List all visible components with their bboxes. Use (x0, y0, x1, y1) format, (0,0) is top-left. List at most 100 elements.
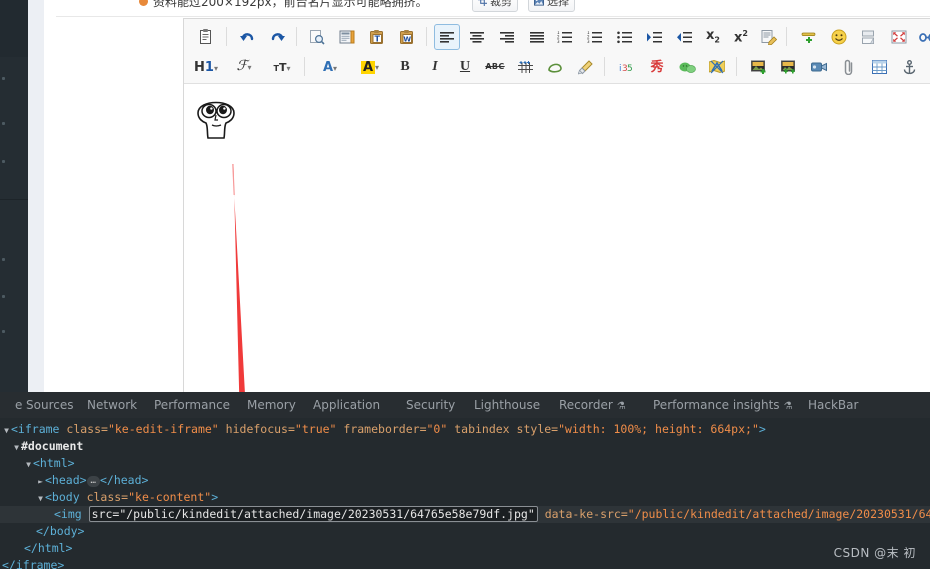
tab-recorder[interactable]: Recorder ⚗ (559, 392, 626, 418)
back-color-dropdown[interactable]: A ▾ (354, 54, 386, 80)
tab-lighthouse[interactable]: Lighthouse (474, 392, 540, 418)
font-name-dropdown[interactable]: ℱ▾ (228, 54, 260, 80)
dom-line-head[interactable]: ► <head>… </head> (0, 472, 930, 489)
insert-file-button[interactable] (836, 54, 862, 80)
insert-unordered-list-button[interactable] (612, 24, 638, 50)
sidebar-item-marker[interactable] (2, 258, 5, 261)
expand-triangle-icon[interactable]: ▼ (36, 490, 45, 507)
xiu-char-button[interactable]: 秀 (644, 54, 670, 80)
dom-tag: <img (54, 507, 82, 521)
tab-label: HackBar (808, 398, 859, 412)
horizontal-rule-button[interactable] (796, 24, 822, 50)
eraser-button[interactable] (542, 54, 568, 80)
tab-network[interactable]: Network (87, 392, 137, 418)
dom-line-iframe-close[interactable]: </iframe> (0, 557, 930, 569)
insert-media-button[interactable] (806, 54, 832, 80)
format-block-dropdown[interactable]: H1▾ (190, 54, 222, 80)
fullscreen-button[interactable] (886, 24, 912, 50)
devtools-tab-bar: e Sources Network Performance Memory App… (0, 392, 930, 419)
sidebar-item-marker[interactable] (2, 122, 5, 125)
insert-image-button[interactable] (746, 54, 772, 80)
emoticons-button[interactable] (826, 24, 852, 50)
underline-button[interactable]: U (452, 54, 478, 80)
src-attribute-edit-field[interactable]: src="/public/kindedit/attached/image/202… (88, 506, 538, 522)
insert-ordered-list-button[interactable]: 123 (552, 24, 578, 50)
tab-label: Security (406, 398, 456, 412)
content-divider (56, 16, 930, 17)
template-button[interactable] (334, 24, 360, 50)
tab-memory[interactable]: Memory (247, 392, 296, 418)
dom-attr-value: "width: 100%; height: 664px;" (558, 422, 759, 436)
paste-text-button[interactable]: T (364, 24, 390, 50)
indent-button[interactable] (642, 24, 668, 50)
bold-button[interactable]: B (392, 54, 418, 80)
redo-button[interactable] (264, 24, 290, 50)
expand-triangle-icon[interactable]: ▼ (24, 456, 33, 473)
outdent-button[interactable] (672, 24, 698, 50)
dom-attr-value: "0" (426, 422, 448, 436)
collapsed-content-icon[interactable]: … (86, 476, 100, 487)
chat-bubbles-button[interactable] (674, 54, 700, 80)
collapse-triangle-icon[interactable]: ► (36, 473, 45, 490)
justify-full-button[interactable] (524, 24, 550, 50)
strikethrough-button[interactable]: ABC (482, 54, 508, 80)
tab-label: Performance insights (653, 398, 780, 412)
fore-color-dropdown[interactable]: A▾ (314, 54, 346, 80)
dom-line-iframe[interactable]: ▼ <iframe class="ke-edit-iframe" hidefocu… (0, 421, 930, 438)
devtools-panel: e Sources Network Performance Memory App… (0, 392, 930, 569)
remove-format-button[interactable] (512, 54, 538, 80)
paste-word-button[interactable]: W (394, 24, 420, 50)
insert-link-button[interactable] (914, 24, 930, 50)
justify-right-button[interactable] (494, 24, 520, 50)
clear-html-button[interactable] (756, 24, 782, 50)
flask-icon: ⚗ (783, 401, 793, 412)
toolbar-separator (786, 27, 787, 46)
flash-button[interactable] (926, 54, 930, 80)
meme-face-image[interactable] (190, 89, 242, 141)
subscript-button[interactable]: x2 (700, 24, 726, 50)
tab-label: Application (313, 398, 381, 412)
font-size-dropdown[interactable]: TT▾ (266, 54, 298, 80)
sidebar-item-marker[interactable] (2, 330, 5, 333)
tab-security[interactable]: Security (406, 392, 455, 418)
clean-brush-button[interactable] (572, 54, 598, 80)
dom-line-html[interactable]: ▼ <html> (0, 455, 930, 472)
dom-line-img-selected[interactable]: <img src="/public/kindedit/attached/imag… (0, 506, 930, 523)
dom-attr: class= (86, 490, 129, 504)
tab-sources[interactable]: Sources (26, 392, 73, 418)
tab-elements[interactable]: e (15, 392, 22, 418)
editor-content-area[interactable] (184, 84, 930, 392)
elements-dom-tree[interactable]: ▼ <iframe class="ke-edit-iframe" hidefocu… (0, 418, 930, 569)
dom-line-body[interactable]: ▼ <body class="ke-content"> (0, 489, 930, 506)
app-sidebar[interactable] (0, 0, 28, 392)
sidebar-item-marker[interactable] (2, 160, 5, 163)
dom-line-body-close[interactable]: </body> (0, 523, 930, 540)
insert-ordered-list-button[interactable]: 123 (582, 24, 608, 50)
expand-triangle-icon[interactable]: ▼ (2, 422, 11, 439)
map-broken-button[interactable] (704, 54, 730, 80)
expand-triangle-icon[interactable]: ▼ (12, 439, 21, 456)
tab-performance-insights[interactable]: Performance insights ⚗ (653, 392, 793, 418)
preview-button[interactable] (304, 24, 330, 50)
dom-line-document[interactable]: ▼ #document (0, 438, 930, 455)
undo-button[interactable] (234, 24, 260, 50)
tab-performance[interactable]: Performance (154, 392, 230, 418)
sidebar-item-marker[interactable] (2, 295, 5, 298)
dom-line-html-close[interactable]: </html> (0, 540, 930, 557)
superscript-button[interactable]: x2 (728, 24, 754, 50)
multi-image-button[interactable] (776, 54, 802, 80)
svg-text:5: 5 (627, 64, 633, 74)
tab-application[interactable]: Application (313, 392, 380, 418)
crop-button[interactable]: 裁剪 (472, 0, 518, 12)
anchor-button[interactable] (896, 54, 922, 80)
paste-clipboard-button[interactable] (192, 24, 218, 50)
page-break-button[interactable] (856, 24, 882, 50)
justify-center-button[interactable] (464, 24, 490, 50)
justify-left-button[interactable] (434, 24, 460, 50)
sidebar-item-marker[interactable] (2, 77, 5, 80)
tab-hackbar[interactable]: HackBar (808, 392, 858, 418)
italic-button[interactable]: I (422, 54, 448, 80)
map-colored-button[interactable]: i35 (614, 54, 640, 80)
select-button[interactable]: 选择 (528, 0, 575, 12)
insert-table-button[interactable] (866, 54, 892, 80)
